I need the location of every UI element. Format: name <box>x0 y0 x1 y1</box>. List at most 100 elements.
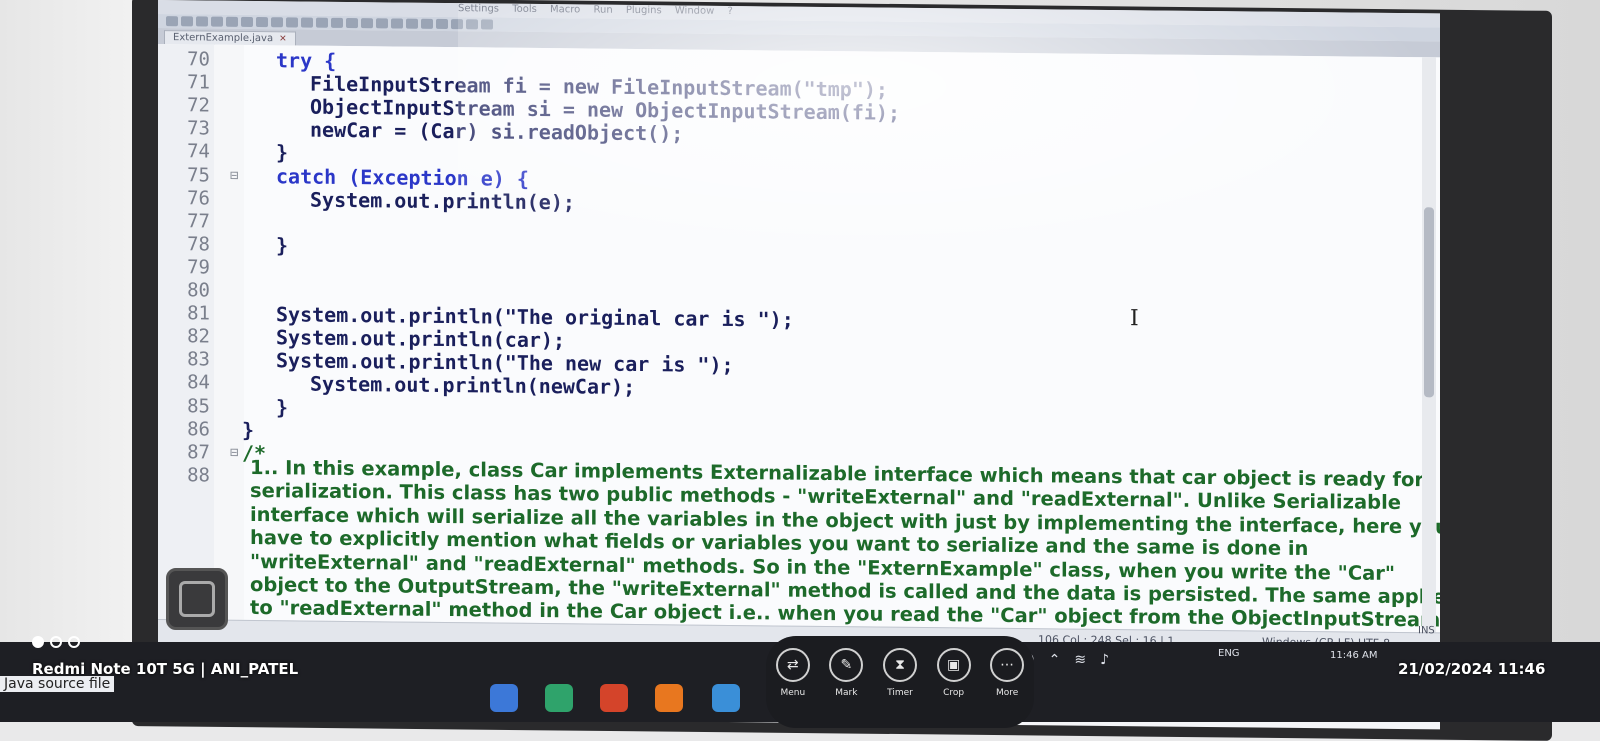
undo-icon[interactable] <box>301 17 313 28</box>
code-text: } <box>276 233 289 258</box>
code-editor[interactable]: 70 try {71 FileInputStream fi = new FileIn… <box>158 44 1440 633</box>
print-icon[interactable] <box>241 16 253 27</box>
scrollbar-thumb[interactable] <box>1424 207 1434 398</box>
overlay-more-button[interactable]: ⋯ More <box>990 648 1025 698</box>
line-number: 79 <box>187 256 210 279</box>
paste-icon[interactable] <box>286 17 298 28</box>
device-watermark: Redmi Note 10T 5G | ANI_PATEL <box>32 660 299 678</box>
overlay-mark-button[interactable]: ✎ Mark <box>829 648 864 698</box>
more-icon: ⋯ <box>990 648 1025 682</box>
overlay-timer-button[interactable]: ⧗ Timer <box>882 648 917 698</box>
volume-icon[interactable]: ♪ <box>1100 652 1109 668</box>
line-number: 84 <box>187 371 210 394</box>
menu-macro[interactable]: Macro <box>550 4 580 15</box>
system-clock[interactable]: 11:46 AM <box>1330 650 1377 661</box>
line-number: 78 <box>187 233 210 256</box>
stop-macro-icon[interactable] <box>451 19 463 30</box>
sync-scroll-icon[interactable] <box>391 18 403 29</box>
brave-browser-icon[interactable] <box>600 684 628 712</box>
menu-plugins[interactable]: Plugins <box>626 5 662 16</box>
side-panel-button[interactable] <box>166 568 228 630</box>
photo-datetime: 21/02/2024 11:46 <box>1398 660 1546 678</box>
tab-externexample[interactable]: ExternExample.java ✕ <box>164 30 296 46</box>
find-icon[interactable] <box>331 17 343 28</box>
code-text: System.out.println(e); <box>310 187 575 214</box>
language-indicator[interactable]: ENG <box>1218 648 1240 659</box>
line-number: 73 <box>187 117 210 140</box>
line-number: 87 <box>187 440 210 464</box>
overlay-mark-label: Mark <box>835 688 858 698</box>
pen-icon: ✎ <box>829 648 864 682</box>
save-macro-icon[interactable] <box>481 19 493 30</box>
line-number: 85 <box>187 394 210 418</box>
wifi-icon[interactable]: ≋ <box>1074 652 1086 668</box>
line-number: 72 <box>187 94 210 117</box>
windows-app-icon[interactable] <box>490 684 518 712</box>
hourglass-icon: ⧗ <box>882 648 917 682</box>
menu-tools[interactable]: Tools <box>512 4 537 15</box>
line-number: 74 <box>187 140 210 163</box>
overlay-crop-button[interactable]: ▣ Crop <box>936 648 971 698</box>
redo-icon[interactable] <box>316 17 328 28</box>
line-number: 83 <box>187 348 210 371</box>
line-number: 77 <box>187 209 210 233</box>
zoom-out-icon[interactable] <box>376 18 388 29</box>
line-number: 82 <box>187 325 210 348</box>
camera-mode-dots <box>32 636 80 648</box>
line-number: 88 <box>187 464 210 487</box>
overlay-timer-label: Timer <box>887 688 913 698</box>
overlay-menu-button[interactable]: ⇄ Menu <box>775 648 810 698</box>
menu-icon: ⇄ <box>775 648 810 682</box>
record-macro-icon[interactable] <box>436 18 448 30</box>
line-number: 86 <box>187 417 210 441</box>
overlay-menu-label: Menu <box>780 688 806 698</box>
code-text: System.out.println(newCar); <box>310 371 636 400</box>
dot-icon <box>50 636 62 648</box>
comment-block: 1.. In this example, class Car implement… <box>250 456 1440 632</box>
line-number: 75 <box>187 163 210 187</box>
edge-browser-icon[interactable] <box>545 684 573 712</box>
firefox-icon[interactable] <box>655 684 683 712</box>
word-wrap-icon[interactable] <box>406 18 418 29</box>
zoom-in-icon[interactable] <box>361 18 373 29</box>
cut-icon[interactable] <box>256 17 268 28</box>
overlay-crop-label: Crop <box>943 688 965 698</box>
replace-icon[interactable] <box>346 17 358 29</box>
open-file-icon[interactable] <box>181 16 193 27</box>
line-number: 81 <box>187 302 210 325</box>
play-macro-icon[interactable] <box>466 19 478 30</box>
menu-run[interactable]: Run <box>593 5 612 16</box>
menu-help[interactable]: ? <box>728 6 733 17</box>
code-text: } <box>276 140 289 165</box>
dot-icon <box>68 636 80 648</box>
line-number: 76 <box>187 186 210 210</box>
fold-toggle-icon[interactable]: ⊟ <box>230 441 238 464</box>
chevron-up-icon[interactable]: ⌃ <box>1049 652 1061 668</box>
vertical-scrollbar[interactable] <box>1422 57 1436 633</box>
text-cursor-icon: I <box>1130 306 1139 332</box>
insert-mode: INS <box>1418 625 1435 637</box>
dot-icon <box>32 636 44 648</box>
close-icon[interactable] <box>226 16 238 27</box>
menu-window[interactable]: Window <box>675 5 714 16</box>
line-number: 70 <box>187 48 210 71</box>
save-all-icon[interactable] <box>211 16 223 27</box>
code-text: catch (Exception e) { <box>276 163 529 191</box>
square-icon <box>179 581 215 617</box>
line-number: 80 <box>187 279 210 302</box>
crop-icon: ▣ <box>936 648 971 682</box>
line-number: 71 <box>187 71 210 94</box>
annotation-toolbar: ⇄ Menu ✎ Mark ⧗ Timer ▣ Crop ⋯ More <box>766 636 1034 728</box>
overlay-more-label: More <box>996 688 1019 698</box>
menu-settings[interactable]: Settings <box>458 3 499 14</box>
code-text: } <box>276 394 289 419</box>
indent-guide-icon[interactable] <box>421 18 433 29</box>
fold-toggle-icon[interactable]: ⊟ <box>230 164 238 187</box>
tab-label: ExternExample.java <box>173 32 274 45</box>
save-icon[interactable] <box>196 16 208 27</box>
file-explorer-icon[interactable] <box>712 684 740 712</box>
copy-icon[interactable] <box>271 17 283 28</box>
new-file-icon[interactable] <box>166 16 178 27</box>
close-tab-icon[interactable]: ✕ <box>279 34 287 44</box>
editor-window: Settings Tools Macro Run Plugins Window … <box>158 0 1440 730</box>
